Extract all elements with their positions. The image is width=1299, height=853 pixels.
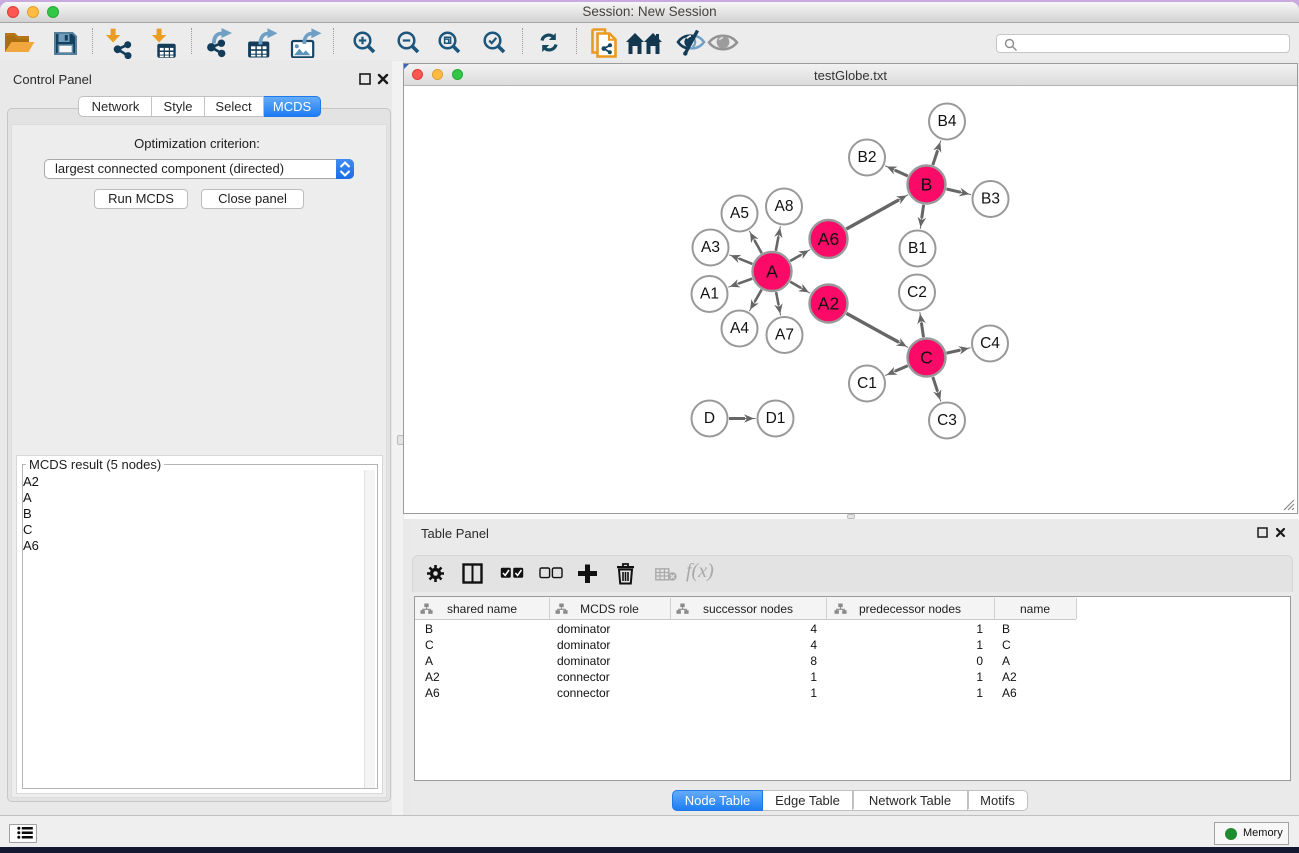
svg-text:D: D xyxy=(704,410,715,427)
svg-text:A4: A4 xyxy=(730,320,749,337)
svg-text:A7: A7 xyxy=(775,327,794,344)
svg-text:C3: C3 xyxy=(937,412,957,429)
svg-text:C4: C4 xyxy=(980,335,1000,352)
svg-text:B3: B3 xyxy=(981,191,1000,208)
svg-text:A1: A1 xyxy=(700,286,719,303)
svg-text:D1: D1 xyxy=(766,410,786,427)
svg-text:A2: A2 xyxy=(818,294,839,314)
svg-text:A6: A6 xyxy=(818,229,839,249)
svg-text:B: B xyxy=(921,175,933,195)
svg-text:C: C xyxy=(920,348,933,368)
svg-text:A: A xyxy=(766,262,778,282)
svg-text:C2: C2 xyxy=(907,284,927,301)
svg-text:A8: A8 xyxy=(775,198,794,215)
svg-text:A3: A3 xyxy=(701,239,720,256)
svg-text:B2: B2 xyxy=(858,149,877,166)
svg-text:B4: B4 xyxy=(938,113,957,130)
svg-text:A5: A5 xyxy=(730,205,749,222)
svg-text:C1: C1 xyxy=(857,375,877,392)
svg-text:B1: B1 xyxy=(908,240,927,257)
